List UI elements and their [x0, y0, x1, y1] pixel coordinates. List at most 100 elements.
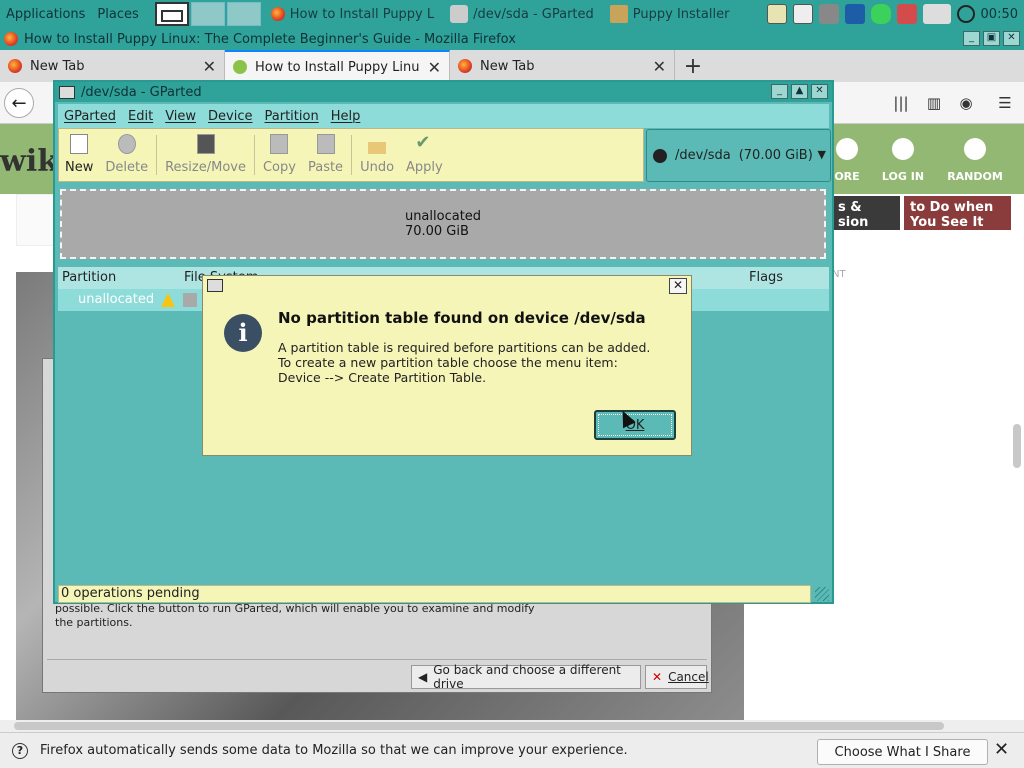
cancel-button[interactable]: ✕ Cancel [645, 665, 709, 689]
close-icon[interactable]: ✕ [428, 58, 441, 77]
places-menu[interactable]: Places [91, 7, 144, 22]
maximize-button[interactable]: ▲ [791, 84, 808, 99]
tool-label: Copy [262, 160, 296, 175]
minimize-button[interactable]: _ [963, 31, 980, 46]
task-label: /dev/sda - GParted [473, 6, 594, 22]
menu-device[interactable]: Device [202, 109, 258, 124]
separator [253, 135, 255, 175]
power-icon[interactable] [956, 5, 975, 23]
new-button[interactable]: New [59, 129, 99, 181]
delete-icon [117, 134, 136, 154]
cancel-icon: ✕ [652, 670, 663, 684]
delete-button[interactable]: Delete [99, 129, 154, 181]
sidebar-icon[interactable]: ▥ [925, 94, 943, 112]
vertical-scroll-thumb[interactable] [1013, 424, 1021, 468]
related-card-2[interactable]: to Do when You See It [904, 196, 1011, 230]
button-label: Cancel [668, 670, 709, 684]
ok-button[interactable]: OK [594, 410, 676, 440]
close-button[interactable]: ✕ [811, 84, 828, 99]
task-gparted[interactable]: /dev/sda - GParted [442, 0, 602, 28]
user-icon [892, 138, 914, 160]
button-label: Go back and choose a different drive [433, 663, 621, 691]
horizontal-scrollbar[interactable] [0, 720, 1024, 732]
menu-help[interactable]: Help [325, 109, 367, 124]
menu-edit[interactable]: Edit [122, 109, 159, 124]
no-partition-table-dialog: ✕ i No partition table found on device /… [202, 275, 692, 456]
menu-icon[interactable]: ☰ [996, 94, 1014, 112]
apply-button[interactable]: ✔ Apply [400, 129, 449, 181]
checkmark-icon: ✔ [415, 132, 431, 153]
undo-button[interactable]: Undo [354, 129, 400, 181]
minimize-button[interactable]: _ [771, 84, 788, 99]
related-card-1[interactable]: s & sion [832, 196, 900, 230]
explore-icon [836, 138, 858, 160]
tab-puppy-guide[interactable]: How to Install Puppy Linux ✕ [225, 50, 450, 82]
nav-label: RANDOM [947, 170, 1003, 183]
nav-log-in[interactable]: LOG IN [868, 124, 938, 194]
disk-icon [653, 148, 667, 163]
new-document-icon [70, 134, 89, 154]
status-bar: 0 operations pending [58, 585, 811, 603]
nav-label: LOG IN [881, 170, 925, 183]
menu-view[interactable]: View [159, 109, 202, 124]
tab-new-tab-2[interactable]: New Tab ✕ [450, 50, 675, 82]
paste-icon [316, 134, 335, 154]
divider [47, 659, 707, 660]
close-icon[interactable]: ✕ [669, 278, 687, 294]
menu-gparted[interactable]: GParted [58, 109, 122, 124]
close-icon[interactable]: ✕ [653, 57, 666, 76]
nav-random[interactable]: RANDOM [940, 124, 1010, 194]
applications-menu[interactable]: Applications [0, 7, 91, 22]
disk-visualization[interactable]: unallocated 70.00 GiB [60, 189, 826, 259]
column-partition[interactable]: Partition [62, 270, 116, 285]
signal-icon[interactable] [922, 4, 951, 24]
back-button[interactable]: ← [4, 88, 34, 118]
network-icon[interactable] [844, 4, 865, 24]
choose-what-i-share-button[interactable]: Choose What I Share [817, 739, 988, 765]
workspace-2[interactable] [190, 2, 225, 26]
firewall-icon[interactable] [896, 4, 917, 24]
task-label: Puppy Installer [632, 6, 730, 22]
library-icon[interactable]: ||| [892, 94, 910, 112]
separator [156, 135, 158, 175]
task-firefox[interactable]: How to Install Puppy L [263, 0, 442, 28]
workspace-1[interactable] [154, 2, 189, 26]
go-back-button[interactable]: ◀ Go back and choose a different drive [411, 663, 641, 691]
notification-text: Firefox automatically sends some data to… [40, 743, 628, 758]
info-icon: ? [12, 742, 28, 759]
new-tab-button[interactable]: + [675, 50, 711, 82]
close-icon[interactable]: ✕ [203, 57, 216, 76]
separator [351, 135, 353, 175]
dialog-text-line: To create a new partition table choose t… [278, 355, 618, 370]
site-logo[interactable]: wik [0, 144, 58, 179]
tool-label: Undo [360, 160, 395, 175]
battery-icon[interactable] [870, 4, 891, 24]
paste-button[interactable]: Paste [302, 129, 349, 181]
column-flags[interactable]: Flags [749, 270, 783, 285]
close-button[interactable]: ✕ [1003, 31, 1020, 46]
tab-label: New Tab [30, 58, 85, 74]
task-installer[interactable]: Puppy Installer [602, 0, 738, 28]
maximize-button[interactable]: ▣ [983, 31, 1000, 46]
clipboard-icon[interactable] [766, 4, 787, 24]
tab-new-tab-1[interactable]: New Tab ✕ [0, 50, 225, 82]
resize-move-button[interactable]: Resize/Move [159, 129, 252, 181]
resize-grip[interactable] [815, 587, 829, 601]
menu-partition[interactable]: Partition [259, 109, 325, 124]
close-icon[interactable]: ✕ [994, 739, 1009, 760]
resize-icon [196, 134, 215, 154]
disk-segment-label: unallocated [404, 209, 482, 224]
copy-button[interactable]: Copy [257, 129, 302, 181]
ad-label: NT [832, 269, 846, 280]
mute-icon[interactable] [818, 4, 839, 24]
workspace-3[interactable] [226, 2, 261, 26]
account-icon[interactable]: ◉ [957, 94, 975, 112]
notes-icon[interactable] [792, 4, 813, 24]
scroll-thumb[interactable] [14, 722, 944, 730]
dialog-heading: No partition table found on device /dev/… [278, 309, 646, 327]
dialog-text-line: A partition table is required before par… [278, 340, 651, 355]
device-selector[interactable]: /dev/sda (70.00 GiB) ▼ [646, 129, 831, 182]
gparted-menubar: GParted Edit View Device Partition Help [58, 104, 829, 128]
tab-label: How to Install Puppy Linux [255, 59, 420, 75]
tool-label: Resize/Move [165, 160, 246, 175]
